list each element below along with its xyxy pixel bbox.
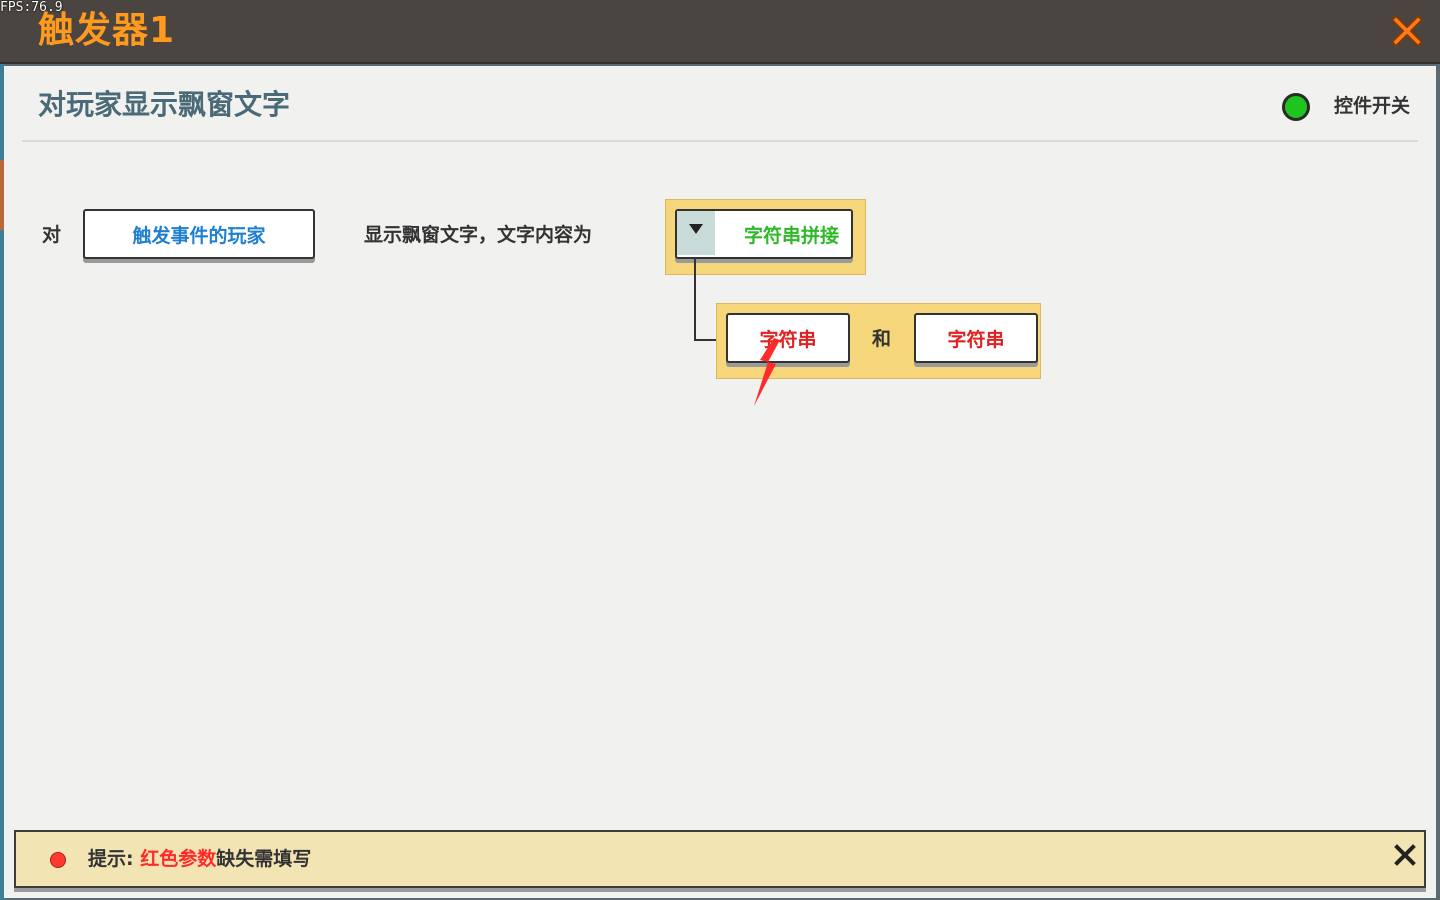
tip-prefix: 提示: <box>88 848 141 870</box>
fps-counter: FPS:76.9 <box>0 0 63 15</box>
control-switch-label: 控件开关 <box>1334 95 1411 117</box>
tree-connector-horizontal <box>694 339 716 341</box>
x-icon <box>1394 844 1416 866</box>
statement-prefix: 对 <box>42 224 62 246</box>
concat-param-label: 字符串拼接 <box>743 224 839 247</box>
concat-joiner: 和 <box>872 328 892 350</box>
action-heading: 对玩家显示飘窗文字 <box>38 88 291 121</box>
tree-connector-vertical <box>694 259 696 341</box>
close-button[interactable] <box>1384 8 1430 54</box>
red-arrow-pointer-icon <box>754 338 780 406</box>
player-param-button[interactable]: 触发事件的玩家 <box>83 209 315 259</box>
control-switch-toggle[interactable] <box>1282 93 1310 121</box>
tip-bar: 提示: 红色参数缺失需填写 <box>14 830 1426 888</box>
tip-highlight: 红色参数 <box>140 848 217 870</box>
tip-status-dot <box>50 852 66 868</box>
triangle-down-icon <box>689 224 703 234</box>
close-x-icon <box>1391 15 1423 47</box>
concat-dropdown-toggle[interactable] <box>677 211 715 255</box>
statement-middle-text: 显示飘窗文字，文字内容为 <box>364 224 593 246</box>
action-editor-panel: 对玩家显示飘窗文字 控件开关 对 触发事件的玩家 显示飘窗文字，文字内容为 字符… <box>4 66 1436 898</box>
title-bar: 触发器1 <box>0 0 1440 64</box>
tip-suffix: 缺失需填写 <box>216 848 312 870</box>
tip-message: 提示: 红色参数缺失需填写 <box>88 846 311 872</box>
string-param-b-button[interactable]: 字符串 <box>914 313 1038 363</box>
tip-close-button[interactable] <box>1390 840 1420 870</box>
heading-divider <box>22 140 1418 142</box>
